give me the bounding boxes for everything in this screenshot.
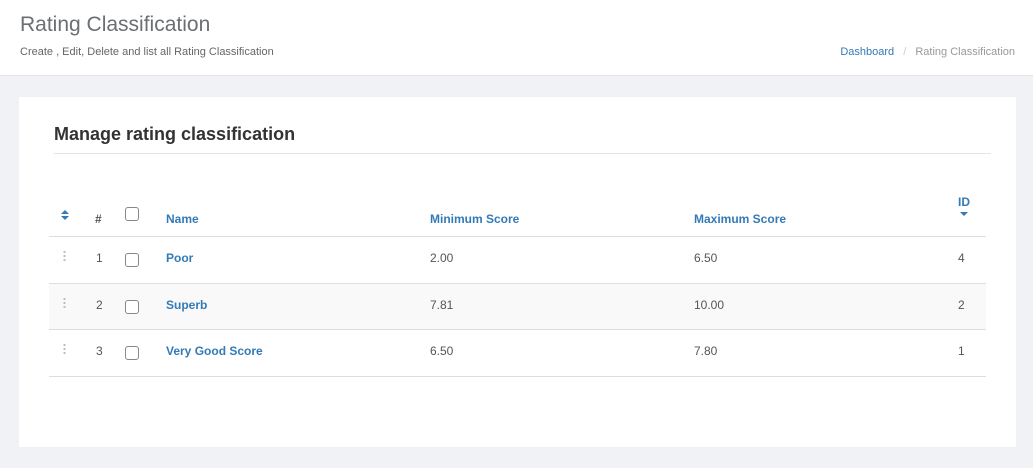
- row-minimum-score: 6.50: [430, 344, 454, 358]
- card-divider: [54, 153, 991, 154]
- row-name-link[interactable]: Superb: [166, 298, 207, 312]
- drag-handle-icon[interactable]: [63, 250, 66, 261]
- row-name-link[interactable]: Poor: [166, 251, 193, 265]
- page-header: Rating Classification Create , Edit, Del…: [0, 0, 1033, 76]
- row-id: 4: [958, 251, 965, 265]
- column-header-hash: #: [95, 212, 102, 226]
- row-maximum-score: 10.00: [694, 297, 725, 312]
- drag-handle-icon[interactable]: [63, 296, 66, 308]
- row-checkbox[interactable]: [125, 253, 139, 267]
- row-number: 3: [96, 344, 103, 358]
- breadcrumb: Dashboard / Rating Classification: [840, 46, 1015, 58]
- column-header-maximum-score[interactable]: Maximum Score: [694, 212, 786, 226]
- rating-table: # Name Minimum Score Maximum Score ID 1 …: [49, 192, 986, 377]
- table-row: 2 Superb 7.81 10.00 2: [49, 283, 986, 330]
- row-minimum-score: 2.00: [430, 251, 454, 265]
- drag-handle-icon[interactable]: [63, 343, 66, 354]
- table-row: 3 Very Good Score 6.50 7.80 1: [49, 330, 986, 377]
- sort-both-icon[interactable]: [61, 210, 69, 222]
- column-header-minimum-score[interactable]: Minimum Score: [430, 212, 519, 226]
- row-id: 1: [958, 344, 965, 358]
- card-title: Manage rating classification: [54, 124, 296, 144]
- row-number: 2: [96, 297, 103, 312]
- table-header: # Name Minimum Score Maximum Score ID: [49, 192, 986, 237]
- breadcrumb-dashboard-link[interactable]: Dashboard: [840, 46, 894, 58]
- row-number: 1: [96, 251, 103, 265]
- table-row: 1 Poor 2.00 6.50 4: [49, 237, 986, 284]
- row-maximum-score: 6.50: [694, 251, 718, 265]
- breadcrumb-current: Rating Classification: [915, 46, 1015, 58]
- sort-down-icon[interactable]: [960, 212, 968, 216]
- row-id: 2: [958, 297, 965, 312]
- row-minimum-score: 7.81: [430, 297, 454, 312]
- breadcrumb-separator: /: [903, 46, 907, 58]
- manage-card: Manage rating classification # Name Mini…: [19, 97, 1016, 447]
- row-checkbox[interactable]: [125, 299, 139, 314]
- row-checkbox[interactable]: [125, 346, 139, 360]
- page-title: Rating Classification: [20, 13, 211, 36]
- page-subtitle: Create , Edit, Delete and list all Ratin…: [20, 46, 274, 58]
- column-header-name[interactable]: Name: [166, 212, 199, 226]
- select-all-checkbox[interactable]: [125, 207, 139, 221]
- row-name-link[interactable]: Very Good Score: [166, 344, 263, 358]
- row-maximum-score: 7.80: [694, 344, 718, 358]
- column-header-id[interactable]: ID: [958, 195, 970, 209]
